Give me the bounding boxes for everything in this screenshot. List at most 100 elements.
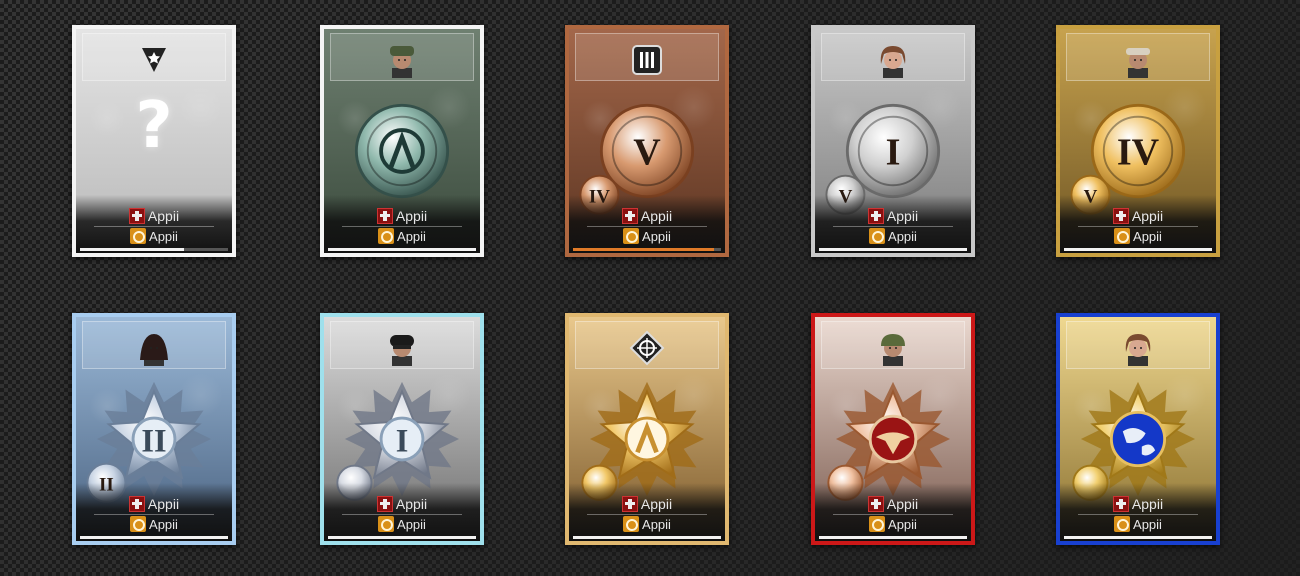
calling-card-cyan-i[interactable]: I Appii Appii — [320, 313, 484, 545]
progress-bar — [80, 536, 228, 539]
card-header — [1066, 33, 1210, 81]
card-footer: Appii Appii — [815, 483, 971, 541]
progress-fill — [819, 536, 967, 539]
card-footer: Appii Appii — [815, 195, 971, 253]
card-footer: Appii Appii — [76, 195, 232, 253]
clan-name-row: Appii — [569, 227, 725, 245]
card-footer: Appii Appii — [76, 483, 232, 541]
rank-emblem-icon — [867, 208, 884, 224]
calling-card-bronze-v[interactable]: VIV Appii Appii — [565, 25, 729, 257]
player-name: Appii — [642, 516, 671, 532]
rank-name-row: Appii — [324, 495, 480, 513]
player-name: Appii — [147, 496, 180, 512]
progress-fill — [1064, 248, 1212, 251]
rank-emblem-icon — [128, 496, 145, 512]
progress-bar — [328, 248, 476, 251]
player-name: Appii — [886, 496, 919, 512]
calling-card-gold-a[interactable]: Appii Appii — [565, 313, 729, 545]
calling-card-red-eagle[interactable]: Appii Appii — [811, 313, 975, 545]
player-name: Appii — [397, 516, 426, 532]
card-header — [575, 321, 719, 369]
card-footer: Appii Appii — [569, 483, 725, 541]
card-header — [82, 321, 226, 369]
calling-card-blue-globe[interactable]: Appii Appii — [1056, 313, 1220, 545]
rank-name-row: Appii — [76, 495, 232, 513]
svg-text:V: V — [633, 131, 661, 173]
locked-question-mark: ? — [135, 89, 173, 163]
clan-badge-icon — [869, 228, 886, 244]
clan-badge-icon — [378, 516, 395, 532]
progress-bar — [819, 248, 967, 251]
clan-name-row: Appii — [1060, 515, 1216, 533]
svg-text:I: I — [886, 131, 901, 173]
card-header — [82, 33, 226, 81]
rank-emblem-icon — [1112, 208, 1129, 224]
rank-name-row: Appii — [569, 495, 725, 513]
rank-emblem-icon — [621, 208, 638, 224]
rank-name-row: Appii — [1060, 207, 1216, 225]
progress-bar — [819, 536, 967, 539]
rank-name-row: Appii — [815, 495, 971, 513]
player-name: Appii — [1133, 228, 1162, 244]
player-name: Appii — [395, 208, 428, 224]
progress-bar — [328, 536, 476, 539]
player-name: Appii — [397, 228, 426, 244]
clan-badge-icon — [130, 228, 147, 244]
ammo-icon — [629, 42, 665, 78]
card-footer: Appii Appii — [569, 195, 725, 253]
crosshair-icon — [629, 330, 665, 366]
calling-card-unknown[interactable]: ? Appii Appii — [72, 25, 236, 257]
rank-name-row: Appii — [569, 207, 725, 225]
progress-fill — [328, 536, 476, 539]
rank-name-row: Appii — [324, 207, 480, 225]
progress-fill — [573, 536, 721, 539]
player-name: Appii — [640, 496, 673, 512]
card-footer: Appii Appii — [1060, 483, 1216, 541]
female-portrait-icon — [1120, 330, 1156, 366]
progress-fill — [1064, 536, 1212, 539]
card-header — [330, 321, 474, 369]
svg-text:I: I — [396, 422, 409, 458]
player-name: Appii — [1133, 516, 1162, 532]
player-name: Appii — [1131, 496, 1164, 512]
clan-name-row: Appii — [324, 227, 480, 245]
calling-card-silver-i[interactable]: IV Appii Appii — [811, 25, 975, 257]
player-name: Appii — [395, 496, 428, 512]
female-soldier-portrait-icon — [875, 42, 911, 78]
progress-bar — [573, 248, 721, 251]
svg-text:IV: IV — [1117, 131, 1160, 173]
player-name: Appii — [640, 208, 673, 224]
faction-star-icon — [136, 42, 172, 78]
progress-fill — [80, 536, 228, 539]
clan-name-row: Appii — [1060, 227, 1216, 245]
card-header — [575, 33, 719, 81]
rank-emblem-icon — [621, 496, 638, 512]
svg-text:II: II — [141, 422, 166, 458]
rank-emblem-icon — [867, 496, 884, 512]
rank-name-row: Appii — [1060, 495, 1216, 513]
skull-soldier-portrait-icon — [384, 42, 420, 78]
card-header — [1066, 321, 1210, 369]
calling-card-green-a[interactable]: Appii Appii — [320, 25, 484, 257]
progress-bar — [80, 248, 228, 251]
player-name: Appii — [149, 516, 178, 532]
clan-badge-icon — [869, 516, 886, 532]
clan-badge-icon — [623, 516, 640, 532]
card-header — [821, 33, 965, 81]
calling-card-blue-ii[interactable]: IIII Appii Appii — [72, 313, 236, 545]
bandana-soldier-portrait-icon — [1120, 42, 1156, 78]
player-name: Appii — [642, 228, 671, 244]
card-footer: Appii Appii — [1060, 195, 1216, 253]
rank-emblem-icon — [1112, 496, 1129, 512]
player-name: Appii — [147, 208, 180, 224]
card-header — [330, 33, 474, 81]
clan-name-row: Appii — [815, 515, 971, 533]
clan-name-row: Appii — [569, 515, 725, 533]
calling-card-gold-iv[interactable]: IVV Appii Appii — [1056, 25, 1220, 257]
player-name: Appii — [888, 516, 917, 532]
progress-fill — [328, 248, 476, 251]
card-footer: Appii Appii — [324, 483, 480, 541]
clan-name-row: Appii — [76, 227, 232, 245]
card-header — [821, 321, 965, 369]
progress-fill — [80, 248, 184, 251]
